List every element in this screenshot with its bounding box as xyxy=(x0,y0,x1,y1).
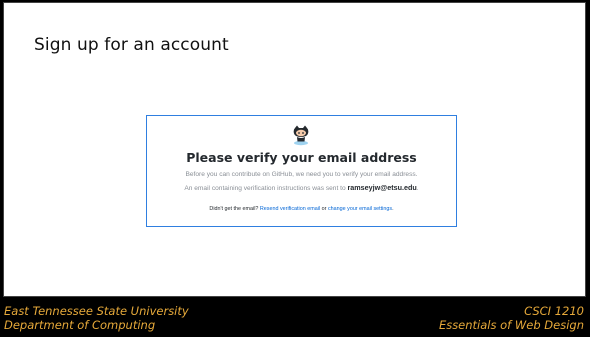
footer-department: Department of Computing xyxy=(4,318,156,332)
footer-course-code: CSCI 1210 xyxy=(524,304,584,318)
footer-left: East Tennessee State University Departme… xyxy=(4,304,189,332)
footer-course-name: Essentials of Web Design xyxy=(438,318,584,332)
footer-university: East Tennessee State University xyxy=(4,304,189,318)
resend-mid: or xyxy=(320,206,328,212)
resend-prefix: Didn't get the email? xyxy=(209,206,260,212)
email-address: ramseyjw@etsu.edu xyxy=(347,183,417,192)
resend-suffix: . xyxy=(392,206,394,212)
resend-verification-link[interactable]: Resend verification email xyxy=(260,206,320,212)
verify-description: Before you can contribute on GitHub, we … xyxy=(185,171,418,178)
sent-suffix: . xyxy=(416,185,419,192)
octocat-icon xyxy=(293,125,309,146)
verify-sent-notice: An email containing verification instruc… xyxy=(147,183,456,192)
github-verify-card: Please verify your email address Before … xyxy=(146,115,457,227)
footer-right: CSCI 1210 Essentials of Web Design xyxy=(439,304,584,332)
slide: Sign up for an account Please verify you… xyxy=(3,2,586,297)
resend-row: Didn't get the email? Resend verificatio… xyxy=(147,206,456,212)
slide-title: Sign up for an account xyxy=(34,35,229,55)
verify-heading: Please verify your email address xyxy=(186,150,417,165)
change-email-settings-link[interactable]: change your email settings xyxy=(328,206,392,212)
sent-prefix: An email containing verification instruc… xyxy=(184,185,348,192)
